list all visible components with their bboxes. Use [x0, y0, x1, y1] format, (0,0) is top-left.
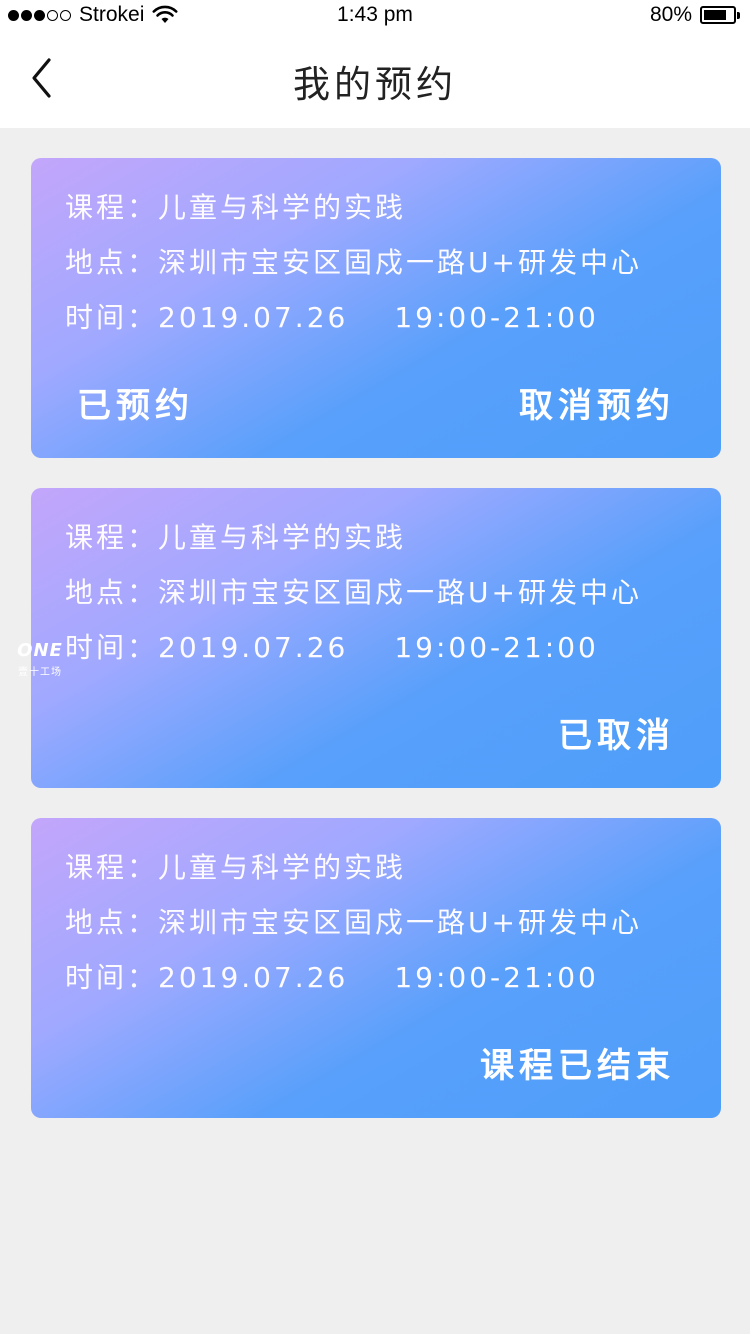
battery-icon	[700, 6, 740, 24]
course-name: 儿童与科学的实践	[158, 851, 407, 884]
place-name: 深圳市宝安区固戍一路U+研发中心	[158, 906, 642, 939]
time-line: 时间：2019.07.26 19:00-21:00	[65, 296, 599, 336]
course-name: 儿童与科学的实践	[158, 191, 407, 224]
status-label: 已取消	[558, 716, 675, 756]
time-line: 时间：2019.07.26 19:00-21:00	[65, 626, 599, 666]
place-label: 地点：	[65, 576, 159, 609]
booking-card: 课程：儿童与科学的实践 地点：深圳市宝安区固戍一路U+研发中心 时间：2019.…	[31, 818, 721, 1118]
booking-card: 课程：儿童与科学的实践 地点：深圳市宝安区固戍一路U+研发中心 时间：2019.…	[31, 158, 721, 458]
status-label: 已预约	[77, 386, 194, 426]
page-title: 我的预约	[293, 63, 457, 106]
booking-hours: 19:00-21:00	[394, 301, 599, 334]
status-time: 1:43 pm	[337, 3, 413, 26]
course-name: 儿童与科学的实践	[158, 521, 407, 554]
course-line: 课程：儿童与科学的实践	[65, 846, 406, 886]
course-line: 课程：儿童与科学的实践	[65, 516, 406, 556]
watermark-text: ONE	[17, 640, 63, 661]
battery-percent: 80%	[649, 3, 692, 26]
booking-card: 课程：儿童与科学的实践 地点：深圳市宝安区固戍一路U+研发中心 时间：2019.…	[31, 488, 721, 788]
place-name: 深圳市宝安区固戍一路U+研发中心	[158, 246, 642, 279]
place-line: 地点：深圳市宝安区固戍一路U+研发中心	[65, 901, 642, 941]
nav-bar: 我的预约	[0, 32, 750, 128]
place-line: 地点：深圳市宝安区固戍一路U+研发中心	[65, 571, 642, 611]
booking-date: 2019.07.26	[158, 631, 349, 664]
status-label: 课程已结束	[480, 1046, 675, 1086]
time-label: 时间：	[65, 961, 159, 994]
booking-date: 2019.07.26	[158, 961, 349, 994]
booking-hours: 19:00-21:00	[394, 961, 599, 994]
course-line: 课程：儿童与科学的实践	[65, 186, 406, 226]
place-name: 深圳市宝安区固戍一路U+研发中心	[158, 576, 642, 609]
cancel-booking-button[interactable]: 取消预约	[519, 378, 675, 427]
time-line: 时间：2019.07.26 19:00-21:00	[65, 956, 599, 996]
place-line: 地点：深圳市宝安区固戍一路U+研发中心	[65, 241, 642, 281]
booking-date: 2019.07.26	[158, 301, 349, 334]
watermark-logo: ONE 壹十工场	[10, 640, 70, 684]
booking-hours: 19:00-21:00	[394, 631, 599, 664]
status-bar: Strokei 1:43 pm 80%	[0, 0, 750, 32]
course-label: 课程：	[65, 851, 159, 884]
battery-level	[704, 10, 727, 20]
time-label: 时间：	[65, 301, 159, 334]
booking-list: 课程：儿童与科学的实践 地点：深圳市宝安区固戍一路U+研发中心 时间：2019.…	[31, 158, 721, 1148]
watermark-subtext: 壹十工场	[18, 667, 62, 678]
course-label: 课程：	[65, 521, 159, 554]
status-right: 80%	[650, 3, 740, 27]
time-label: 时间：	[65, 631, 159, 664]
place-label: 地点：	[65, 906, 159, 939]
place-label: 地点：	[65, 246, 159, 279]
course-label: 课程：	[65, 191, 159, 224]
